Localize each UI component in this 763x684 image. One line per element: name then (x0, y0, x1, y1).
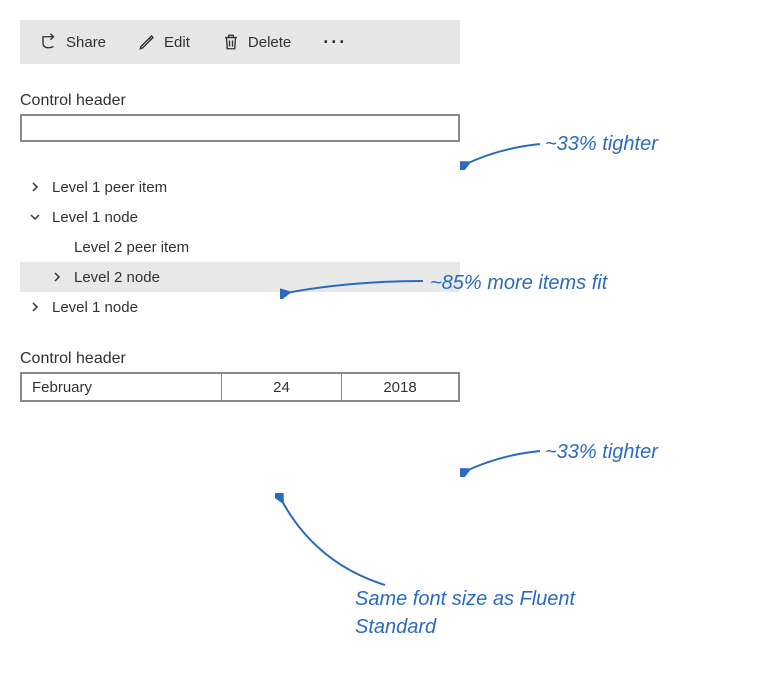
tree-item[interactable]: Level 1 peer item (20, 172, 460, 202)
arrow-icon (460, 447, 542, 477)
edit-button[interactable]: Edit (124, 25, 204, 59)
command-bar: Share Edit Delete ··· (20, 20, 460, 64)
annotation-bottom: Same font size as Fluent Standard (355, 585, 605, 641)
edit-label: Edit (164, 34, 190, 51)
date-day[interactable]: 24 (222, 374, 342, 400)
tree-item[interactable]: Level 1 node (20, 202, 460, 232)
share-button[interactable]: Share (26, 25, 120, 59)
tree-item[interactable]: Level 2 peer item (20, 232, 460, 262)
tree-label: Level 1 node (52, 209, 138, 226)
annotation-low: ~33% tighter (545, 438, 658, 466)
more-button[interactable]: ··· (309, 24, 361, 61)
datepicker-header: Control header (20, 350, 763, 368)
tree-label: Level 2 peer item (74, 239, 189, 256)
textbox-header: Control header (20, 92, 763, 110)
date-year[interactable]: 2018 (342, 374, 458, 400)
tree-label: Level 1 peer item (52, 179, 167, 196)
annotation-top: ~33% tighter (545, 130, 658, 158)
date-month[interactable]: February (22, 374, 222, 400)
chevron-right-icon (28, 302, 42, 312)
delete-icon (222, 33, 240, 51)
share-icon (40, 33, 58, 51)
arrow-icon (275, 493, 395, 588)
delete-button[interactable]: Delete (208, 25, 305, 59)
delete-label: Delete (248, 34, 291, 51)
chevron-right-icon (28, 182, 42, 192)
chevron-down-icon (28, 212, 42, 222)
tree-label: Level 1 node (52, 299, 138, 316)
arrow-icon (460, 140, 542, 170)
text-input[interactable] (20, 114, 460, 142)
annotation-mid: ~85% more items fit (430, 269, 607, 297)
chevron-right-icon (50, 272, 64, 282)
edit-icon (138, 33, 156, 51)
date-picker[interactable]: February 24 2018 (20, 372, 460, 402)
arrow-icon (280, 275, 425, 299)
tree-view: Level 1 peer item Level 1 node Level 2 p… (20, 172, 460, 322)
tree-label: Level 2 node (74, 269, 160, 286)
share-label: Share (66, 34, 106, 51)
